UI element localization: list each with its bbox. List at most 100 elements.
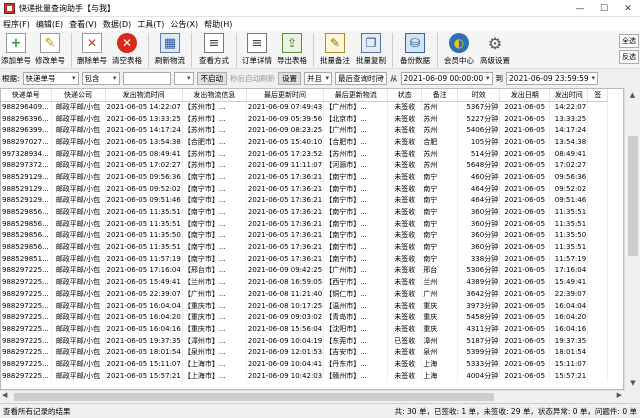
table-row[interactable]: 988297225... 邮政平邮/小包 2021-06-05 17:16:04 【邢…: [1, 264, 609, 277]
auto-refresh-start-button[interactable]: 不启动: [196, 71, 228, 85]
filter-match-select[interactable]: 包含: [81, 71, 120, 85]
clear-table-button[interactable]: 清空表格: [109, 31, 145, 69]
table-row[interactable]: 988297225... 邮政平邮/小包 2021-06-05 22:39:07 【广…: [1, 288, 609, 300]
table-row[interactable]: 988529856... 邮政平邮/小包 2021-06-05 11:35:51 【南…: [1, 206, 609, 218]
advanced-settings-button[interactable]: 高级设置: [477, 31, 513, 69]
to-date-picker[interactable]: 2021-06-09 23:59:59: [506, 71, 599, 85]
table-row[interactable]: 988297027... 邮政平邮/小包 2021-06-05 13:54:38 【合…: [1, 136, 609, 148]
column-header[interactable]: 发出物流信息: [182, 89, 247, 102]
menu-data[interactable]: 数据(D): [100, 19, 134, 30]
settings-button[interactable]: 设置: [278, 71, 302, 85]
table-row[interactable]: 997328934... 邮政平邮/小包 2021-06-05 08:49:41 【苏…: [1, 147, 609, 160]
batch-copy-button[interactable]: 批量复制: [353, 31, 389, 69]
column-header[interactable]: 发出时间: [549, 89, 589, 102]
minimize-icon[interactable]: —: [568, 0, 592, 17]
column-header[interactable]: 最后更新时间: [246, 89, 325, 102]
menu-program[interactable]: 程序(F): [0, 19, 33, 30]
invert-selection-button[interactable]: 反选: [619, 50, 639, 64]
close-icon[interactable]: ✕: [616, 0, 640, 17]
table-row[interactable]: 988529129... 邮政平邮/小包 2021-06-05 09:51:46 【南…: [1, 194, 609, 207]
from-label: 从: [390, 73, 398, 83]
menu-tools[interactable]: 工具(T): [134, 19, 167, 30]
menu-notice[interactable]: 公告(X): [167, 19, 201, 30]
table-cell: 【南宁市】...: [323, 229, 389, 242]
batch-note-button[interactable]: 批量备注: [317, 31, 353, 69]
scroll-up-icon[interactable]: ▲: [625, 88, 640, 102]
scroll-left-icon[interactable]: ◀: [2, 391, 7, 399]
column-header[interactable]: 发出物流时间: [105, 89, 183, 102]
table-row[interactable]: 988529856... 邮政平邮/小包 2021-06-05 11:35:51 【南…: [1, 217, 609, 230]
table-row[interactable]: 988297225... 邮政平邮/小包 2021-06-05 15:11:07 【上…: [1, 358, 609, 370]
column-header[interactable]: 快递单号: [1, 89, 52, 102]
table-cell: 邮政平邮/小包: [51, 276, 106, 288]
table-row[interactable]: 988296396... 邮政平邮/小包 2021-06-05 13:33:25 【苏…: [1, 112, 609, 125]
table-cell: [587, 217, 609, 230]
date-field-select[interactable]: 最后查询时间: [335, 71, 388, 85]
column-header[interactable]: 时效: [457, 89, 501, 102]
table-row[interactable]: 988529856... 邮政平邮/小包 2021-06-05 11:35:50 【南…: [1, 229, 609, 242]
table-row[interactable]: 988297225... 邮政平邮/小包 2021-06-05 15:49:41 【兰…: [1, 276, 609, 288]
select-all-button[interactable]: 全选: [619, 34, 639, 48]
table-cell: 邢台: [421, 264, 459, 277]
table-row[interactable]: 988297225... 邮政平邮/小包 2021-06-05 16:04:20 【重…: [1, 311, 609, 324]
table-row[interactable]: 988297225... 邮政平邮/小包 2021-06-05 15:57:21 【上…: [1, 369, 609, 382]
menu-edit[interactable]: 编辑(E): [33, 19, 66, 30]
table-cell: 2021-06-05 09:51:46: [105, 194, 183, 207]
table-row[interactable]: 988297225... 邮政平邮/小包 2021-06-05 16:04:04 【重…: [1, 299, 609, 312]
edit-number-button[interactable]: 修改单号: [32, 31, 68, 69]
backup-data-button[interactable]: 备份数据: [396, 31, 434, 69]
maximize-icon[interactable]: ☐: [592, 0, 616, 17]
horizontal-scrollbar[interactable]: ◀ ▶: [0, 390, 624, 402]
table-row[interactable]: 988296399... 邮政平邮/小包 2021-06-05 14:17:24 【苏…: [1, 124, 609, 137]
table-row[interactable]: 988529856... 邮政平邮/小包 2021-06-05 11:35:51 【南…: [1, 241, 609, 253]
table-row[interactable]: 988529851... 邮政平邮/小包 2021-06-05 11:57:19 【南…: [1, 252, 609, 265]
table-row[interactable]: 988297372... 邮政平邮/小包 2021-06-05 17:02:27 【苏…: [1, 159, 609, 172]
logic-select[interactable]: 并且: [304, 71, 333, 85]
table-cell: 2021-06-05 17:36:21: [246, 241, 325, 253]
column-header[interactable]: 发出日期: [499, 89, 551, 102]
table-cell: [587, 276, 609, 288]
view-mode-button[interactable]: 查看方式: [195, 31, 233, 69]
filter-extra-select[interactable]: [173, 71, 194, 85]
refresh-logistics-button[interactable]: 刷新物流: [152, 31, 188, 69]
delete-number-button[interactable]: 删除单号: [75, 31, 109, 69]
export-table-button[interactable]: 导出表格: [274, 31, 310, 69]
table-cell: 13:33:25: [549, 112, 589, 125]
detail-icon: [247, 33, 267, 53]
table-row[interactable]: 988296409... 邮政平邮/小包 2021-06-05 14:22:07 【苏…: [1, 101, 609, 113]
horizontal-scroll-thumb[interactable]: [14, 393, 494, 401]
table-cell: 【南宁市】...: [182, 252, 247, 265]
scroll-down-icon[interactable]: ▼: [625, 376, 640, 390]
vertical-scrollbar[interactable]: ▲ ▼: [624, 88, 640, 390]
table-cell: 09:51:46: [549, 194, 589, 207]
column-header[interactable]: 状态: [387, 89, 423, 102]
table-cell: 合肥: [421, 136, 459, 148]
column-header[interactable]: 最后更新物流: [323, 89, 389, 102]
column-header[interactable]: 备注: [421, 89, 459, 102]
member-center-button[interactable]: 会员中心: [441, 31, 477, 69]
clear-icon: [117, 33, 137, 53]
table-cell: 【苏州市】...: [182, 159, 247, 172]
filter-keyword-input[interactable]: [122, 71, 171, 85]
table-cell: 15:57:21: [549, 369, 589, 382]
table-cell: 988529129...: [1, 194, 52, 207]
table-row[interactable]: 988529129... 邮政平邮/小包 2021-06-05 09:52:02 【南…: [1, 182, 609, 195]
table-row[interactable]: 988529129... 邮政平邮/小包 2021-06-05 09:56:36 【南…: [1, 171, 609, 183]
filter-field-select[interactable]: 快递单号: [22, 71, 79, 85]
table-row[interactable]: 988297225... 邮政平邮/小包 2021-06-05 18:01:54 【泉…: [1, 346, 609, 359]
table-cell: 988297225...: [1, 358, 52, 370]
table-cell: 2021-06-09 10:42:03: [246, 369, 325, 382]
table-cell: 2021-06-05: [499, 241, 551, 253]
scroll-right-icon[interactable]: ▶: [617, 391, 622, 399]
column-header[interactable]: 签: [587, 89, 609, 102]
menu-view[interactable]: 查看(V): [66, 19, 100, 30]
order-detail-button[interactable]: 订单详情: [240, 31, 274, 69]
from-date-picker[interactable]: 2021-06-09 00:00:00: [400, 71, 493, 85]
table-row[interactable]: 988297225... 邮政平邮/小包 2021-06-05 16:04:16 【重…: [1, 323, 609, 335]
vertical-scroll-thumb[interactable]: [628, 136, 638, 256]
table-row[interactable]: 988297225... 邮政平邮/小包 2021-06-05 19:37:35 【漳…: [1, 334, 609, 347]
menu-help[interactable]: 帮助(H): [201, 19, 235, 30]
table-cell: 【苏州市】...: [182, 147, 247, 160]
add-number-button[interactable]: 添加单号: [0, 31, 32, 69]
column-header[interactable]: 快递公司: [51, 89, 106, 102]
